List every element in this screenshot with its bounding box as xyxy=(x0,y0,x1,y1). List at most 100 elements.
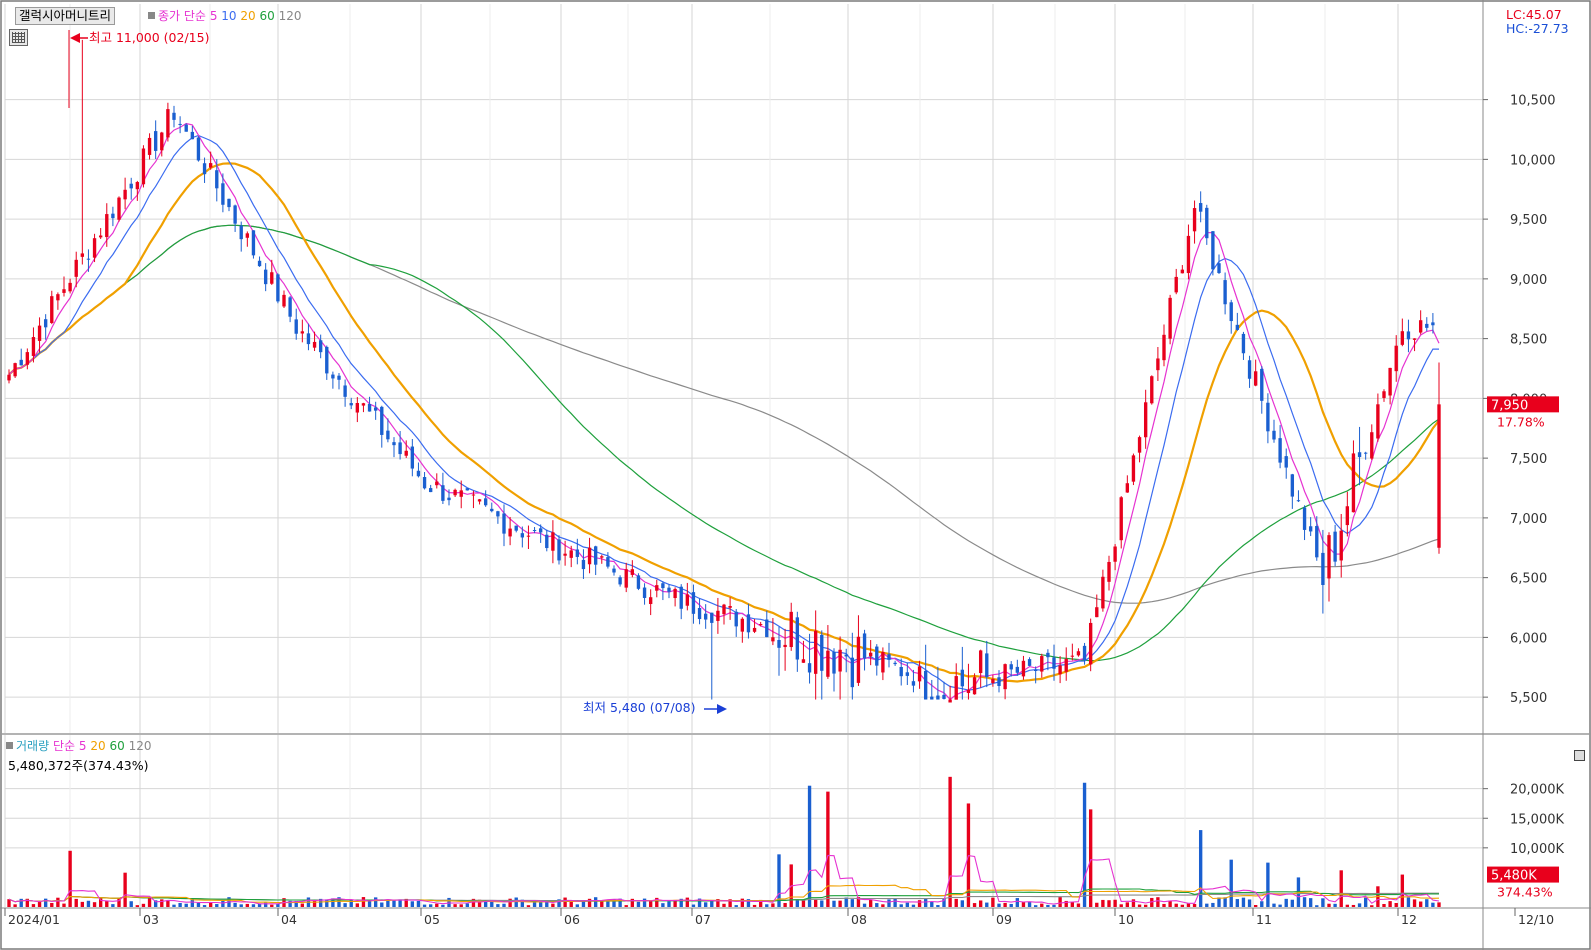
volume-tick-label: 20,000K xyxy=(1510,783,1564,798)
candle-body xyxy=(208,163,213,168)
candle-body xyxy=(477,499,482,502)
candle-body xyxy=(911,681,916,686)
volume-bar xyxy=(685,897,690,907)
candle-body xyxy=(196,137,201,161)
candle-body xyxy=(1003,664,1007,690)
candle-body xyxy=(936,695,940,700)
price-tick-label: 6,500 xyxy=(1510,572,1547,587)
volume-panel-close-icon[interactable] xyxy=(1574,750,1585,761)
volume-bar xyxy=(661,903,665,907)
candle-body xyxy=(826,650,830,677)
candle-body xyxy=(526,535,531,537)
candle-body xyxy=(325,346,329,374)
candle-body xyxy=(1107,561,1111,582)
volume-bar xyxy=(795,899,800,907)
current-volume-change: 374.43% xyxy=(1497,885,1553,900)
volume-legend-label: 단순 xyxy=(52,739,76,753)
volume-bar xyxy=(997,903,1001,907)
volume-bar xyxy=(86,900,91,907)
candle-body xyxy=(453,489,457,496)
volume-bar xyxy=(361,897,366,907)
volume-bar xyxy=(166,900,170,907)
volume-bar xyxy=(1217,897,1221,907)
volume-bar xyxy=(930,901,934,907)
volume-bar xyxy=(985,902,989,907)
volume-tick-label: 10,000K xyxy=(1510,842,1564,857)
candle-body xyxy=(1260,368,1264,401)
volume-bar xyxy=(734,905,738,907)
candle-body xyxy=(147,137,152,155)
candle-body xyxy=(954,676,958,700)
volume-bar xyxy=(68,850,72,907)
volume-bar xyxy=(435,903,439,907)
candle-body xyxy=(1302,507,1307,530)
volume-bar xyxy=(807,785,812,907)
hc-readout: HC:-27.73 xyxy=(1506,21,1569,36)
candle-body xyxy=(1272,430,1276,440)
volume-bar xyxy=(581,901,586,907)
candle-body xyxy=(667,587,671,592)
volume-bar xyxy=(1308,898,1313,907)
candle-body xyxy=(318,340,323,353)
candle-body xyxy=(441,485,445,501)
volume-bar xyxy=(172,904,176,907)
candle-body xyxy=(765,619,769,638)
volume-bar xyxy=(215,904,219,907)
candle-body xyxy=(1363,452,1368,454)
volume-bar xyxy=(1370,905,1374,907)
volume-info: 5,480,372주(374.43%) xyxy=(8,758,149,773)
volume-bar xyxy=(1131,899,1136,907)
price-tick-label: 9,000 xyxy=(1510,273,1547,288)
volume-bar xyxy=(373,897,378,907)
candle-body xyxy=(868,652,873,657)
lc-readout: LC:45.07 xyxy=(1506,7,1562,22)
candle-body xyxy=(184,124,188,132)
volume-bar xyxy=(74,898,78,907)
candle-body xyxy=(581,559,586,570)
volume-bar xyxy=(496,904,500,907)
volume-bar xyxy=(569,901,573,907)
volume-bar xyxy=(1186,903,1191,907)
candle-body xyxy=(43,319,48,328)
candle-body xyxy=(1150,376,1154,404)
candle-body xyxy=(129,183,133,189)
volume-bar xyxy=(441,904,445,907)
candle-body xyxy=(948,699,952,703)
candle-body xyxy=(899,666,903,677)
volume-bar xyxy=(740,898,745,907)
candle-body xyxy=(7,374,11,381)
price-legend[interactable]: 종가 단순 5 10 20 60 120 xyxy=(148,9,302,23)
candle-body xyxy=(746,614,751,633)
volume-bar xyxy=(245,903,250,907)
volume-bar xyxy=(410,901,415,907)
candle-body xyxy=(716,610,720,621)
date-tick-label: 08 xyxy=(851,912,867,927)
candle-body xyxy=(263,269,268,285)
volume-bar xyxy=(7,899,11,907)
volume-bar xyxy=(936,905,940,907)
candle-body xyxy=(881,651,885,673)
candle-body xyxy=(838,649,842,672)
volume-bar xyxy=(526,905,531,907)
candle-body xyxy=(532,530,537,532)
price-tick-label: 6,000 xyxy=(1510,631,1547,646)
volume-bar xyxy=(1040,903,1044,907)
volume-bar xyxy=(868,899,873,907)
candle-body xyxy=(991,678,995,683)
volume-legend[interactable]: 거래량 단순 5 20 60 120 xyxy=(6,739,151,753)
candle-body xyxy=(1180,269,1185,274)
stock-name[interactable]: 갤럭시아머니트리 xyxy=(15,7,116,25)
volume-bar xyxy=(1327,903,1331,907)
candle-body xyxy=(483,498,488,506)
candle-body xyxy=(25,352,30,365)
candle-body xyxy=(520,533,525,538)
volume-bar xyxy=(1382,903,1386,907)
legend-ma5: 5 xyxy=(209,9,218,23)
candle-body xyxy=(1101,576,1105,609)
legend-toggle-icon xyxy=(148,12,155,19)
volume-bar xyxy=(1088,809,1093,907)
grid-toggle-icon[interactable] xyxy=(9,29,28,46)
volume-bar xyxy=(838,900,842,907)
volume-bar xyxy=(1076,903,1081,907)
volume-tick-label: 15,000K xyxy=(1510,812,1564,827)
